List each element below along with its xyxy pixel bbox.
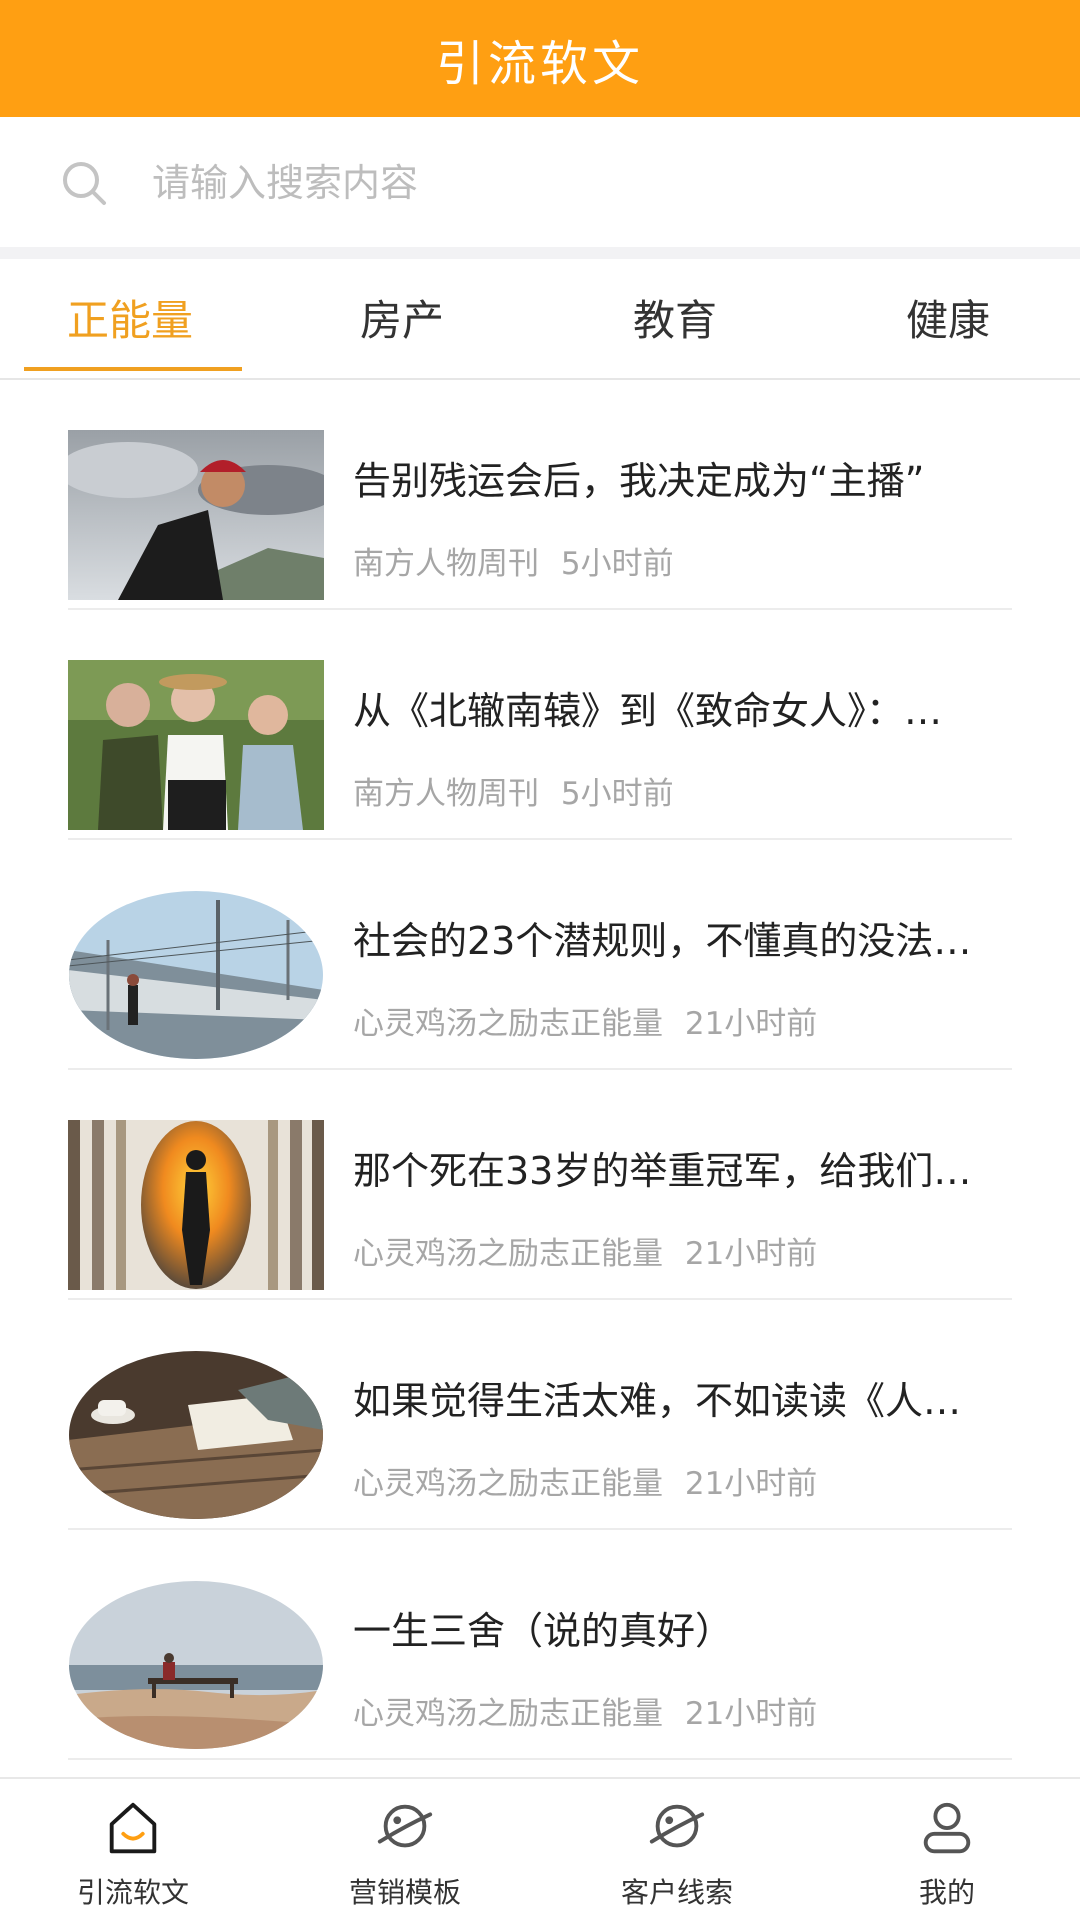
nav-label: 引流软文	[76, 1876, 189, 1909]
article-source: 南方人物周刊	[353, 546, 539, 582]
tab-health[interactable]: 健康	[838, 259, 1058, 376]
article-time: 21小时前	[684, 1006, 818, 1042]
profile-icon	[923, 1802, 971, 1854]
article-time: 5小时前	[560, 776, 674, 812]
nav-label: 我的	[918, 1876, 975, 1909]
article-meta: 南方人物周刊 5小时前	[353, 538, 674, 583]
nav-item-profile[interactable]: 我的	[847, 1797, 1047, 1917]
article-source: 心灵鸡汤之励志正能量	[353, 1696, 663, 1732]
article-meta: 心灵鸡汤之励志正能量 21小时前	[353, 998, 817, 1043]
nav-item-leads[interactable]: 客户线索	[577, 1797, 777, 1917]
nav-label: 营销模板	[348, 1876, 461, 1909]
article-time: 5小时前	[560, 546, 674, 582]
nav-item-templates[interactable]: 营销模板	[305, 1797, 505, 1917]
list-item[interactable]: 从《北辙南辕》到《致命女人》：… 南方人物周刊 5小时前	[68, 610, 1012, 840]
planet-icon	[649, 1804, 705, 1848]
tab-education[interactable]: 教育	[565, 259, 785, 376]
article-thumbnail	[68, 1350, 324, 1520]
nav-item-articles[interactable]: 引流软文	[33, 1797, 233, 1917]
article-source: 南方人物周刊	[353, 776, 539, 812]
list-item[interactable]: 社会的23个潜规则，不懂真的没法… 心灵鸡汤之励志正能量 21小时前	[68, 840, 1012, 1070]
tab-real-estate[interactable]: 房产	[292, 259, 512, 376]
list-item[interactable]: 如果觉得生活太难，不如读读《人… 心灵鸡汤之励志正能量 21小时前	[68, 1300, 1012, 1530]
article-meta: 心灵鸡汤之励志正能量 21小时前	[353, 1228, 817, 1273]
article-title: 从《北辙南辕》到《致命女人》：…	[353, 689, 943, 733]
list-item[interactable]: 一生三舍（说的真好） 心灵鸡汤之励志正能量 21小时前	[68, 1530, 1012, 1760]
article-source: 心灵鸡汤之励志正能量	[353, 1006, 663, 1042]
tab-positive-energy[interactable]: 正能量	[20, 259, 240, 376]
search-input[interactable]	[150, 152, 1014, 214]
article-time: 21小时前	[684, 1696, 818, 1732]
article-thumbnail	[68, 660, 324, 830]
page-title: 引流软文	[435, 35, 644, 92]
article-title: 告别残运会后，我决定成为“主播”	[353, 459, 925, 503]
list-item[interactable]: 那个死在33岁的举重冠军，给我们… 心灵鸡汤之励志正能量 21小时前	[68, 1070, 1012, 1300]
article-title: 社会的23个潜规则，不懂真的没法…	[353, 919, 972, 963]
article-title: 如果觉得生活太难，不如读读《人…	[353, 1379, 962, 1423]
article-time: 21小时前	[684, 1236, 818, 1272]
article-title: 一生三舍（说的真好）	[353, 1609, 734, 1653]
list-item[interactable]: 告别残运会后，我决定成为“主播” 南方人物周刊 5小时前	[68, 380, 1012, 610]
app-header: 引流软文	[0, 0, 1080, 117]
search-icon[interactable]	[60, 159, 108, 207]
section-divider	[0, 247, 1080, 259]
article-thumbnail	[68, 1580, 324, 1750]
bottom-navigation: 引流软文 营销模板 客户线索 我的	[0, 1777, 1080, 1922]
article-meta: 心灵鸡汤之励志正能量 21小时前	[353, 1688, 817, 1733]
active-tab-indicator	[24, 367, 242, 371]
article-thumbnail	[68, 890, 324, 1060]
nav-label: 客户线索	[620, 1876, 733, 1909]
article-source: 心灵鸡汤之励志正能量	[353, 1236, 663, 1272]
article-meta: 南方人物周刊 5小时前	[353, 768, 674, 813]
article-time: 21小时前	[684, 1466, 818, 1502]
article-thumbnail	[68, 430, 324, 600]
article-source: 心灵鸡汤之励志正能量	[353, 1466, 663, 1502]
article-list: 告别残运会后，我决定成为“主播” 南方人物周刊 5小时前 从《北辙南辕》到《致命…	[68, 380, 1012, 1760]
article-thumbnail	[68, 1120, 324, 1290]
category-tabs: 正能量 房产 教育 健康	[0, 259, 1080, 380]
planet-icon	[377, 1804, 433, 1848]
home-icon	[109, 1802, 157, 1854]
article-title: 那个死在33岁的举重冠军，给我们…	[353, 1149, 972, 1193]
search-bar	[0, 117, 1080, 247]
article-meta: 心灵鸡汤之励志正能量 21小时前	[353, 1458, 817, 1503]
